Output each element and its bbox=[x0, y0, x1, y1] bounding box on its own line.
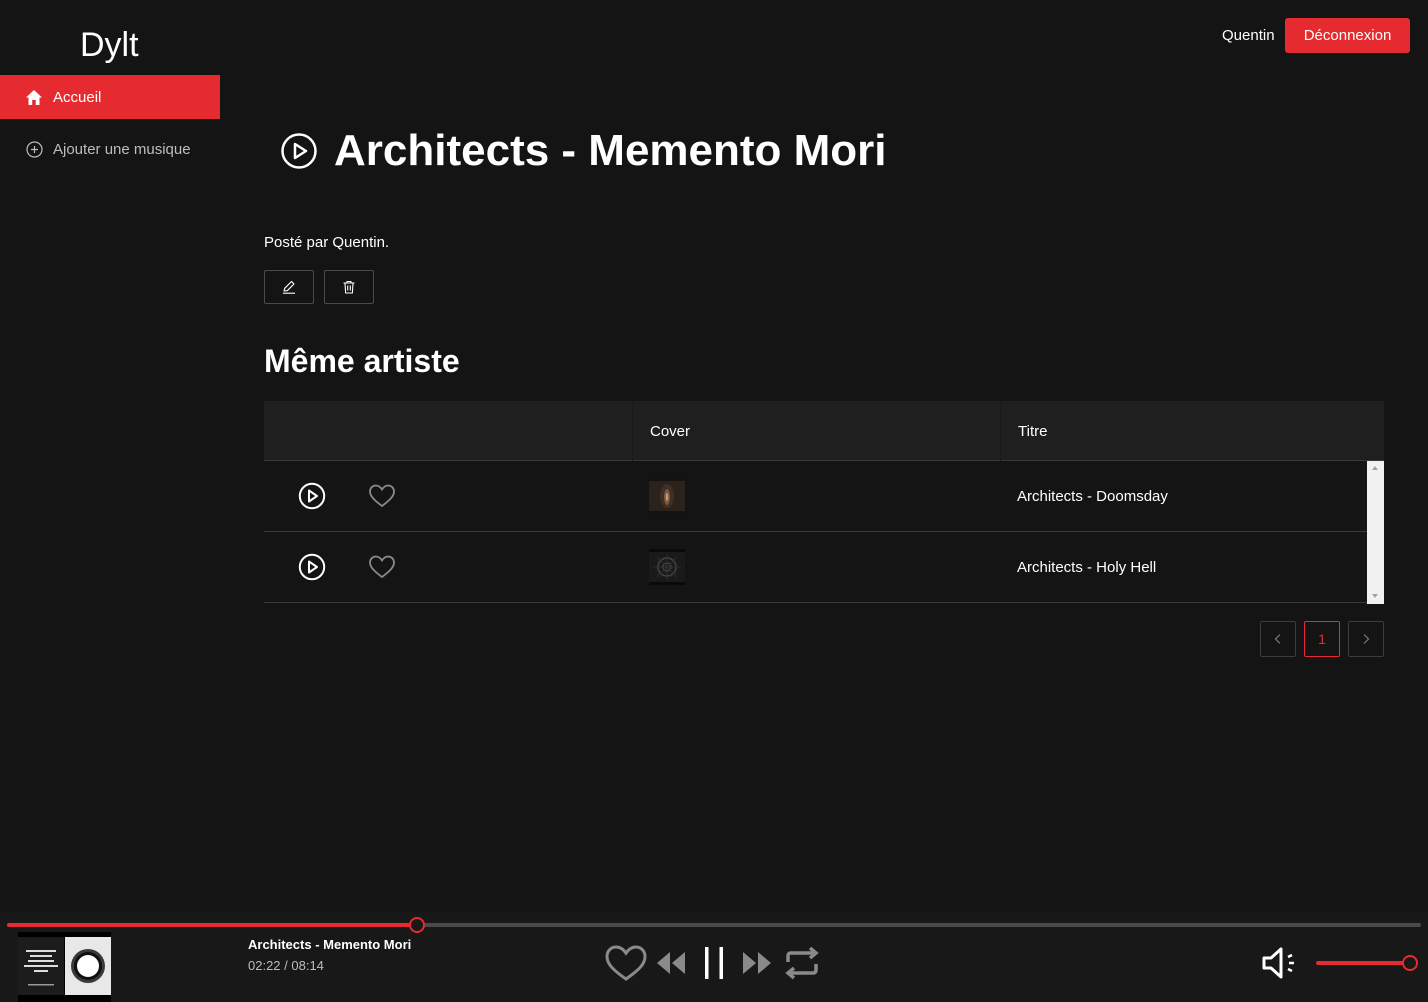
now-playing-title: Architects - Memento Mori bbox=[248, 937, 412, 952]
chevron-right-icon bbox=[1363, 634, 1370, 644]
pause-icon bbox=[705, 947, 723, 979]
progress-handle[interactable] bbox=[409, 917, 426, 933]
fast-forward-icon bbox=[743, 952, 771, 974]
song-title-row: Architects - Memento Mori bbox=[280, 126, 887, 176]
table-scrollbar[interactable] bbox=[1367, 461, 1384, 604]
same-artist-table: Cover Titre Architects - Doomsday Archit… bbox=[264, 401, 1384, 604]
row-title: Architects - Doomsday bbox=[1017, 487, 1168, 505]
rewind-icon bbox=[657, 952, 685, 974]
app-logo[interactable]: Dylt bbox=[80, 26, 139, 65]
column-header-title[interactable]: Titre bbox=[1000, 401, 1384, 461]
table-header: Cover Titre bbox=[264, 401, 1384, 461]
volume-button[interactable] bbox=[1260, 942, 1300, 984]
table-body: Architects - Doomsday Architects - Holy … bbox=[264, 461, 1384, 604]
pagination-prev-button[interactable] bbox=[1260, 621, 1296, 657]
pagination-page-button[interactable]: 1 bbox=[1304, 621, 1340, 657]
row-title: Architects - Holy Hell bbox=[1017, 558, 1157, 576]
scroll-up-icon[interactable] bbox=[1372, 466, 1378, 470]
pagination-next-button[interactable] bbox=[1348, 621, 1384, 657]
row-actions bbox=[264, 553, 632, 581]
next-button[interactable] bbox=[740, 942, 774, 984]
cover-image bbox=[649, 549, 685, 585]
page-title: Architects - Memento Mori bbox=[334, 126, 887, 175]
table-row[interactable]: Architects - Holy Hell bbox=[264, 532, 1367, 603]
delete-button[interactable] bbox=[324, 270, 374, 304]
logout-button[interactable]: Déconnexion bbox=[1285, 18, 1410, 53]
row-cover bbox=[632, 478, 1000, 514]
posted-by: Posté par Quentin. bbox=[264, 234, 390, 251]
previous-button[interactable] bbox=[654, 942, 688, 984]
edit-button[interactable] bbox=[264, 270, 314, 304]
sidebar-item-accueil[interactable]: Accueil bbox=[0, 75, 220, 119]
user-name[interactable]: Quentin bbox=[1222, 27, 1275, 44]
pencil-icon bbox=[283, 280, 295, 294]
plus-circle-icon bbox=[24, 139, 44, 159]
sidebar: Dylt Accueil Ajouter une musique bbox=[0, 0, 220, 912]
chevron-left-icon bbox=[1274, 634, 1281, 644]
repeat-button[interactable] bbox=[782, 942, 822, 984]
heart-icon[interactable] bbox=[368, 483, 396, 509]
heart-icon bbox=[605, 945, 647, 981]
play-icon[interactable] bbox=[298, 482, 326, 510]
sidebar-item-label: Ajouter une musique bbox=[53, 140, 191, 158]
progress-slider[interactable] bbox=[7, 917, 1421, 933]
repeat-icon bbox=[785, 946, 819, 980]
home-icon bbox=[24, 87, 44, 107]
section-title: Même artiste bbox=[264, 343, 460, 379]
play-icon[interactable] bbox=[280, 132, 318, 170]
play-icon[interactable] bbox=[298, 553, 326, 581]
row-cover bbox=[632, 549, 1000, 585]
table-row[interactable]: Architects - Doomsday bbox=[264, 461, 1367, 532]
sidebar-item-add-music[interactable]: Ajouter une musique bbox=[0, 127, 220, 171]
column-header-actions bbox=[264, 401, 632, 461]
volume-slider[interactable] bbox=[1316, 961, 1410, 965]
scroll-down-icon[interactable] bbox=[1372, 594, 1378, 598]
volume-handle[interactable] bbox=[1402, 955, 1418, 971]
album-art bbox=[18, 932, 111, 1002]
trash-icon bbox=[343, 280, 355, 294]
sidebar-item-label: Accueil bbox=[53, 88, 102, 106]
progress-fill bbox=[7, 923, 418, 927]
row-actions bbox=[264, 482, 632, 510]
column-header-cover[interactable]: Cover bbox=[632, 401, 1000, 461]
pause-button[interactable] bbox=[700, 942, 728, 984]
now-playing-time: 02:22 / 08:14 bbox=[248, 958, 324, 973]
volume-icon bbox=[1262, 947, 1294, 979]
player-like-button[interactable] bbox=[604, 942, 648, 984]
cover-image bbox=[649, 478, 685, 514]
heart-icon[interactable] bbox=[368, 554, 396, 580]
